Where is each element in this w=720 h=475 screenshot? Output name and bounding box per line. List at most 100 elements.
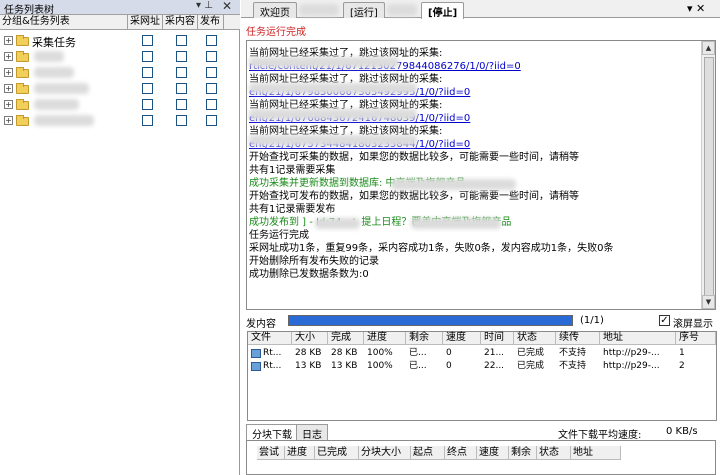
scroll-down-icon[interactable]: ▼ [702,295,715,309]
checkbox-publish[interactable] [206,67,217,78]
checkbox-collect-url[interactable] [142,99,153,110]
tab-log[interactable]: 日志 [296,424,328,441]
folder-icon [16,115,29,126]
pin-icon[interactable]: ▾ ⊥ [196,0,213,11]
table-cell: Rt... [263,361,282,371]
col-header[interactable]: 速度 [443,332,481,345]
checkbox-publish[interactable] [206,83,217,94]
log-line: 开始查找可采集的数据，如果您的数据比较多，可能需要一些时间，请稍等 [249,152,579,163]
expand-icon[interactable]: + [4,116,13,125]
checkbox-collect-url[interactable] [142,51,153,62]
expand-icon[interactable]: + [4,52,13,61]
col-header-publish[interactable]: 发布 [198,15,224,30]
folder-icon [16,51,29,62]
scroll-up-icon[interactable]: ▲ [702,41,715,55]
tree-item-label: 采集任务 [32,36,76,49]
col-header[interactable]: 状态 [514,332,556,345]
tab-welcome[interactable]: 欢迎页 [253,2,297,19]
folder-icon [16,35,29,46]
block-col-header[interactable]: 剩余 [509,446,537,460]
checkbox-publish[interactable] [206,35,217,46]
checkbox-collect-content[interactable] [176,83,187,94]
tab-stopped[interactable]: [停止] [421,2,465,19]
col-header[interactable]: 时间 [481,332,514,345]
checkbox-collect-url[interactable] [142,35,153,46]
tab-menu-close-icon[interactable]: ▾ ✕ [687,2,705,15]
checkbox-collect-content[interactable] [176,35,187,46]
block-col-header[interactable]: 进度 [285,446,315,460]
col-header[interactable]: 剩余 [406,332,443,345]
checkbox-collect-url[interactable] [142,83,153,94]
expand-icon[interactable]: + [4,84,13,93]
expand-icon[interactable]: + [4,68,13,77]
block-col-header[interactable]: 分块大小 [359,446,411,460]
tree-row[interactable]: + [0,81,240,97]
table-row[interactable]: Rt... 13 KB 13 KB 100% 已... 0 22... 已完成 不支持 http:… [248,360,718,373]
checkbox-collect-content[interactable] [176,99,187,110]
progress-count: (1/1) [580,315,604,326]
col-header-task-list[interactable]: 分组&任务列表 [0,15,128,30]
checkbox-publish[interactable] [206,51,217,62]
panel-title: 任务列表树 [4,5,54,16]
col-header-collect-url[interactable]: 采网址 [128,15,163,30]
table-cell: 2 [679,361,685,371]
redacted-text [315,218,360,229]
tab-block-download[interactable]: 分块下载 [246,424,298,441]
table-cell: 不支持 [559,348,587,358]
block-col-header[interactable]: 尝试 [257,446,285,460]
col-header[interactable]: 文件 [248,332,292,345]
log-output[interactable]: 当前网址已经采集过了，跳过该网址的采集:rticle/content/21/1/… [246,40,716,310]
redacted-url [249,57,399,68]
col-header[interactable]: 续传 [556,332,600,345]
block-col-header[interactable]: 地址 [571,446,621,460]
scroll-display-checkbox[interactable]: ✓ [659,315,670,326]
expand-icon[interactable]: + [4,36,13,45]
block-col-header[interactable]: 速度 [477,446,509,460]
expand-icon[interactable]: + [4,100,13,109]
redacted-text [411,218,501,229]
checkbox-collect-content[interactable] [176,51,187,62]
scroll-thumb[interactable] [704,57,714,299]
table-cell: 28 KB [295,348,322,358]
close-icon[interactable]: ✕ [222,0,232,13]
table-row[interactable]: Rt... 28 KB 28 KB 100% 已... 0 21... 已完成 不支持 http:… [248,347,718,360]
redacted-text [391,179,516,190]
tree-row[interactable]: + [0,49,240,65]
col-header[interactable]: 地址 [600,332,676,345]
log-scrollbar[interactable]: ▲ ▼ [701,41,715,309]
download-table: 文件 大小 完成 进度 剩余 速度 时间 状态 续传 地址 序号 Rt... 28 KB 28 KB 10… [247,331,717,421]
table-cell: 0 [446,348,452,358]
col-header[interactable]: 序号 [676,332,716,345]
table-cell: 100% [367,348,393,358]
col-header-collect-content[interactable]: 采内容 [163,15,198,30]
checkbox-collect-content[interactable] [176,115,187,126]
block-col-header[interactable]: 终点 [445,446,477,460]
table-cell: 22... [484,361,505,371]
checkbox-publish[interactable] [206,115,217,126]
tree-row[interactable]: + [0,65,240,81]
progress-bar [288,315,573,326]
tree-row[interactable]: + [0,97,240,113]
checkbox-publish[interactable] [206,99,217,110]
checkbox-collect-content[interactable] [176,67,187,78]
tree-row[interactable]: + [0,113,240,129]
file-icon [251,349,261,358]
table-cell: 已完成 [517,361,545,371]
tab-running[interactable]: [运行] [343,2,385,19]
folder-icon [16,83,29,94]
checkbox-collect-url[interactable] [142,67,153,78]
log-line: 采网址成功1条，重复99条，采内容成功1条，失败0条，发内容成功1条，失败0条 [249,243,614,254]
col-header[interactable]: 完成 [328,332,364,345]
block-col-header[interactable]: 状态 [537,446,571,460]
progress-label: 发内容 [246,319,276,330]
tree-row-root[interactable]: + 采集任务 [0,33,240,49]
table-cell: 13 KB [295,361,322,371]
block-col-header[interactable]: 已完成 [315,446,359,460]
col-header[interactable]: 进度 [364,332,406,345]
redacted-label [34,83,89,94]
block-col-header[interactable]: 起点 [411,446,445,460]
progress-fill [289,316,572,325]
checkbox-collect-url[interactable] [142,115,153,126]
col-header[interactable]: 大小 [292,332,328,345]
task-tree-panel: 任务列表树 ▾ ⊥ ✕ 分组&任务列表 采网址 采内容 发布 + 采集任务 + … [0,0,240,475]
